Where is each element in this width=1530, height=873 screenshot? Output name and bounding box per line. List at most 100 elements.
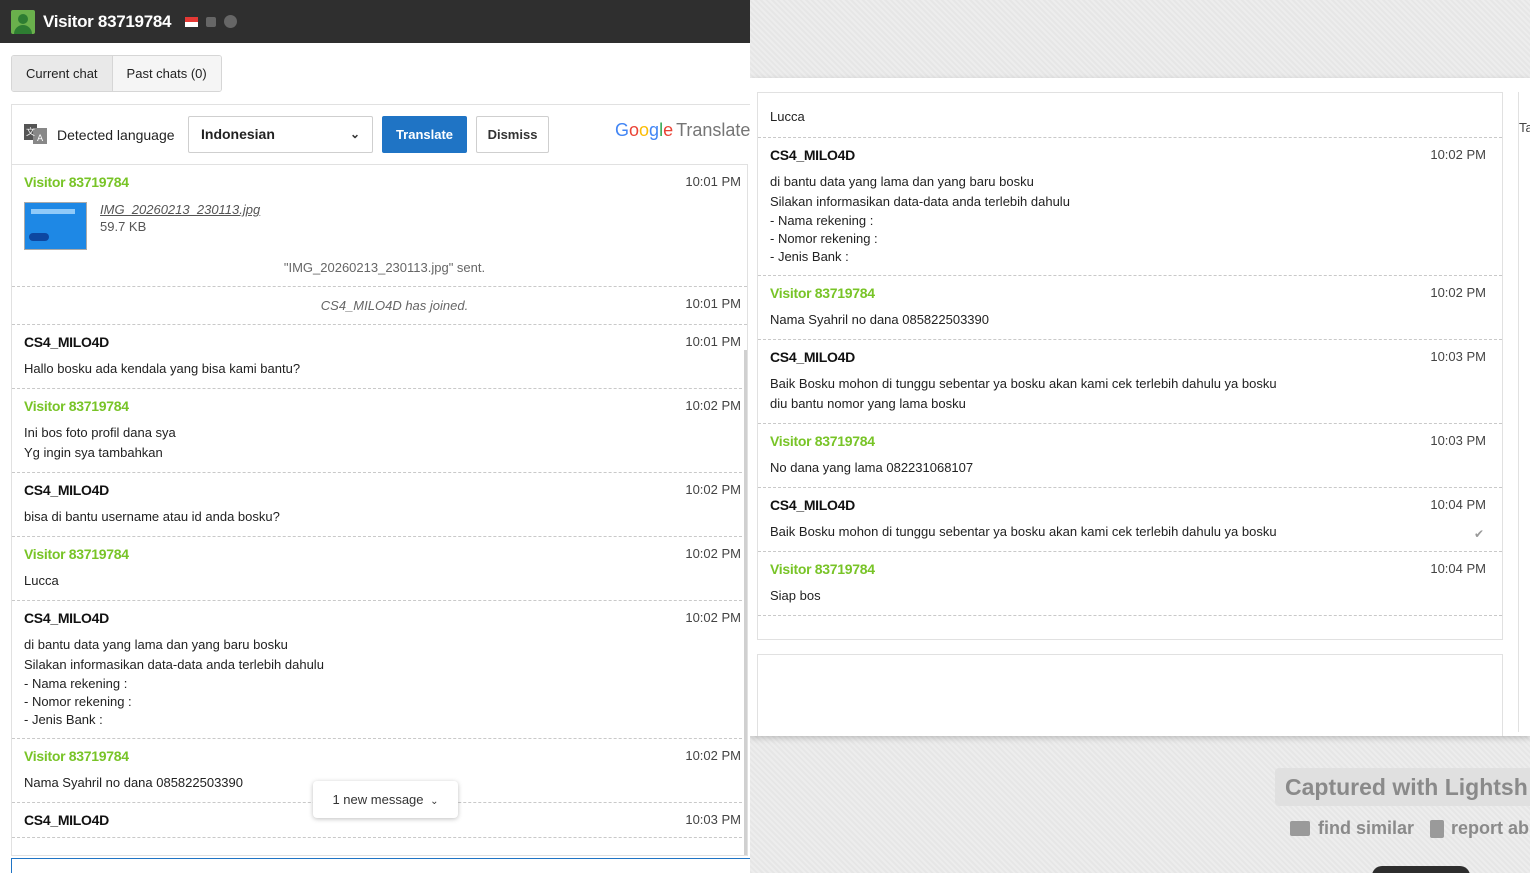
tab-past-chats[interactable]: Past chats (0) <box>111 56 221 91</box>
window-title: Visitor 83719784 <box>43 11 172 31</box>
message-sender: Visitor 83719784 <box>24 748 129 764</box>
chat-message: Visitor 83719784 10:04 PM Siap bos <box>758 552 1502 616</box>
message-text: Siap bos <box>770 586 1490 606</box>
visitor-avatar-icon <box>11 9 35 34</box>
chat-message: CS4_MILO4D 10:03 PM Baik Bosku mohon di tu… <box>758 340 1502 424</box>
clipboard-icon <box>1430 819 1445 838</box>
file-name-link[interactable]: IMG_20260213_230113.jpg <box>100 202 260 217</box>
message-sender: CS4_MILO4D <box>770 497 855 513</box>
dismiss-button[interactable]: Dismiss <box>476 116 549 153</box>
message-text: Ini bos foto profil dana sya Yg ingin sya… <box>24 423 735 463</box>
browser-icon <box>224 15 238 28</box>
find-similar-link[interactable]: find similar <box>1318 818 1414 839</box>
device-icon <box>206 16 217 27</box>
captured-chat-panel: Lucca CS4_MILO4D 10:02 PM di bantu data ya… <box>750 78 1530 736</box>
message-time: 10:02 PM <box>1430 147 1486 162</box>
message-text: bisa di bantu username atau id anda bosk… <box>24 507 735 527</box>
read-check-icon: ✔ <box>1473 527 1484 541</box>
message-line: Silakan informasikan data-data anda terl… <box>770 194 1070 209</box>
chat-message: CS4_MILO4D 10:02 PM di bantu data yang lam… <box>758 138 1502 276</box>
message-line: - Nomor rekening : <box>24 694 132 709</box>
chat-message: CS4_MILO4D 10:04 PM Baik Bosku mohon di tu… <box>758 488 1502 552</box>
message-time: 10:02 PM <box>1430 285 1486 300</box>
lightshot-pill-button[interactable] <box>1372 866 1470 873</box>
chat-message: CS4_MILO4D 10:02 PM di bantu data yang lam… <box>12 601 747 739</box>
message-line: Baik Bosku mohon di tunggu sebentar ya b… <box>770 376 1277 391</box>
report-link[interactable]: report abu <box>1451 818 1530 839</box>
chat-window: Visitor 83719784 Current chat Past chats… <box>0 0 750 873</box>
message-sender: Visitor 83719784 <box>24 174 129 190</box>
message-line: bisa di bantu username atau id anda bosk… <box>24 509 280 524</box>
system-message-text: CS4_MILO4D has joined. <box>320 298 469 313</box>
svg-text:A: A <box>37 134 44 144</box>
message-time: 10:01 PM <box>685 296 741 311</box>
message-sender: CS4_MILO4D <box>24 610 109 626</box>
file-size: 59.7 KB <box>100 219 147 234</box>
lightshot-links: find similar report abu <box>1290 818 1530 839</box>
message-line: Silakan informasikan data-data anda terl… <box>24 657 324 672</box>
message-line: Ini bos foto profil dana sya <box>24 425 176 440</box>
message-input[interactable] <box>11 858 750 873</box>
chat-message-file: Visitor 83719784 10:01 PM IMG_20260213_2… <box>12 165 747 287</box>
translate-bar: 文 A Detected language Indonesian ⌄ Trans… <box>11 104 750 164</box>
flag-indonesia-icon <box>185 16 199 27</box>
side-panel-label: Ta <box>1519 120 1530 135</box>
message-sender: CS4_MILO4D <box>770 349 855 365</box>
message-line: di bantu data yang lama dan yang baru bo… <box>770 174 1034 189</box>
message-time: 10:02 PM <box>685 546 741 561</box>
message-line: Yg ingin sya tambahkan <box>24 445 163 460</box>
message-time: 10:04 PM <box>1430 561 1486 576</box>
chat-log-captured[interactable]: Lucca CS4_MILO4D 10:02 PM di bantu data ya… <box>757 92 1503 640</box>
chat-message: Visitor 83719784 10:02 PM Nama Syahril no … <box>758 276 1502 340</box>
translate-icon: 文 A <box>24 124 47 144</box>
message-text: Lucca <box>770 109 805 124</box>
file-attachment: IMG_20260213_230113.jpg 59.7 KB <box>24 202 735 250</box>
message-time: 10:02 PM <box>685 482 741 497</box>
message-list: CS4_MILO4D 10:02 PM di bantu data yang lam… <box>758 138 1502 616</box>
camera-icon <box>1290 821 1310 836</box>
message-line: Hallo bosku ada kendala yang bisa kami b… <box>24 361 301 376</box>
detected-language-label: Detected language <box>57 127 175 143</box>
message-text: Baik Bosku mohon di tunggu sebentar ya b… <box>770 374 1490 414</box>
message-sender: Visitor 83719784 <box>24 398 129 414</box>
google-translate-logo: Google Translate <box>615 120 750 140</box>
message-sender: Visitor 83719784 <box>770 433 875 449</box>
message-time: 10:03 PM <box>1430 433 1486 448</box>
chat-message: CS4_MILO4D 10:02 PM bisa di bantu username… <box>12 473 747 537</box>
message-time: 10:02 PM <box>685 398 741 413</box>
chat-tabs: Current chat Past chats (0) <box>11 55 222 92</box>
image-thumbnail[interactable] <box>24 202 87 250</box>
message-time: 10:03 PM <box>685 812 741 827</box>
message-line: Nama Syahril no dana 085822503390 <box>770 312 990 327</box>
message-time: 10:02 PM <box>685 748 741 763</box>
message-line: - Jenis Bank : <box>770 249 849 264</box>
message-time: 10:04 PM <box>1430 497 1486 512</box>
chevron-down-icon: ⌄ <box>430 796 439 807</box>
message-text: di bantu data yang lama dan yang baru bo… <box>24 635 735 729</box>
scrollbar[interactable] <box>744 350 747 855</box>
chat-log[interactable]: Visitor 83719784 10:01 PM IMG_20260213_2… <box>11 164 748 856</box>
chat-message: Visitor 83719784 10:03 PM No dana yang lam… <box>758 424 1502 488</box>
new-message-button[interactable]: 1 new message ⌄ <box>313 781 458 818</box>
translate-button[interactable]: Translate <box>382 116 467 153</box>
language-select[interactable]: Indonesian ⌄ <box>188 116 373 153</box>
tab-current-chat[interactable]: Current chat <box>12 56 112 91</box>
message-line: No dana yang lama 082231068107 <box>770 460 974 475</box>
side-panel: Ta <box>1518 92 1530 732</box>
message-text: Baik Bosku mohon di tunggu sebentar ya b… <box>770 522 1490 542</box>
message-line: Siap bos <box>770 588 821 603</box>
lightshot-caption: Captured with Lightsh <box>1275 768 1530 806</box>
message-sender: Visitor 83719784 <box>24 546 129 562</box>
message-line: di bantu data yang lama dan yang baru bo… <box>24 637 288 652</box>
message-sender: CS4_MILO4D <box>24 334 109 350</box>
google-translate-word: Translate <box>676 120 750 140</box>
message-line: Lucca <box>24 573 59 588</box>
message-text: Nama Syahril no dana 085822503390 <box>770 310 1490 330</box>
message-line: - Nama rekening : <box>24 676 128 691</box>
chat-message: Visitor 83719784 10:02 PM Ini bos foto pro… <box>12 389 747 473</box>
message-time: 10:01 PM <box>685 334 741 349</box>
message-text: di bantu data yang lama dan yang baru bo… <box>770 172 1490 266</box>
new-message-label: 1 new message <box>332 792 424 807</box>
message-time: 10:02 PM <box>685 610 741 625</box>
compose-area[interactable] <box>757 654 1503 736</box>
